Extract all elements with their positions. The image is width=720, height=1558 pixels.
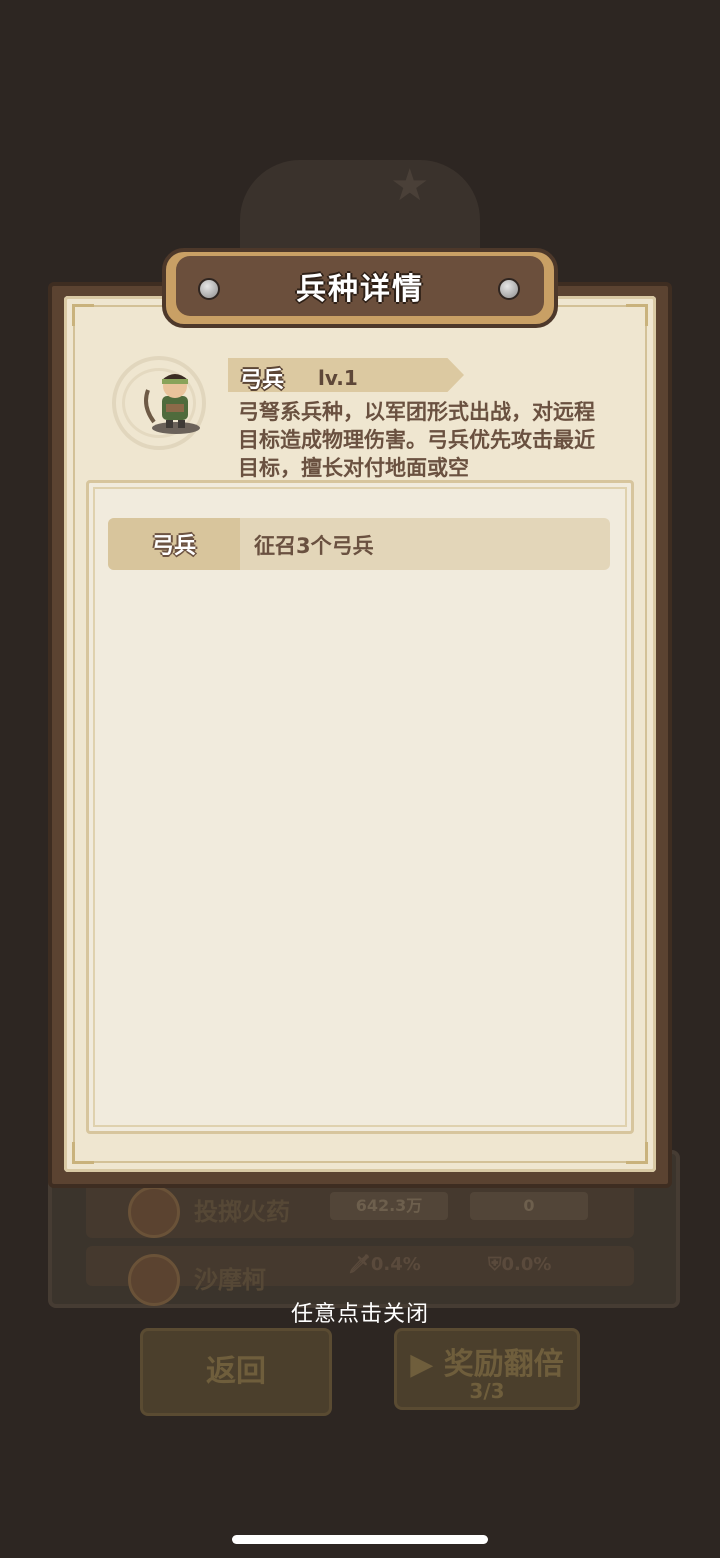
background-row-stat: 🗡0.4% <box>348 1254 421 1275</box>
background-row: 沙摩柯 🗡0.4% ⛨0.0% <box>86 1246 634 1306</box>
tap-to-close-hint[interactable]: 任意点击关闭 <box>0 1296 720 1328</box>
corner-ornament <box>626 1142 648 1164</box>
home-indicator[interactable] <box>232 1535 488 1544</box>
background-row-cell: 642.3万 <box>330 1192 448 1220</box>
corner-ornament <box>72 1142 94 1164</box>
info-row-label: 弓兵 <box>108 518 240 570</box>
archer-icon <box>144 374 200 434</box>
background-row-cell: 0 <box>470 1192 588 1220</box>
unit-description[interactable]: 弓弩系兵种，以军团形式出战，对远程目标造成物理伤害。弓兵优先攻击最近目标，擅长对… <box>238 398 598 482</box>
rivet-icon <box>498 278 520 300</box>
unit-level: lv.1 <box>318 366 358 390</box>
reward-double-button: ▶ 奖励翻倍 3/3 <box>394 1328 580 1410</box>
dialog-title: 兵种详情 <box>176 256 544 316</box>
reward-double-label: 奖励翻倍 <box>443 1347 564 1382</box>
background-row-stat: ⛨0.0% <box>488 1254 552 1275</box>
info-row-value: 征召3个弓兵 <box>254 534 374 558</box>
corner-ornament <box>72 304 94 326</box>
back-button: 返回 <box>140 1328 332 1416</box>
video-icon: ▶ <box>410 1347 434 1382</box>
background-star-icon: ★ <box>390 160 430 211</box>
reward-count: 3/3 <box>469 1379 505 1403</box>
corner-ornament <box>626 304 648 326</box>
background-row-name: 投掷火药 <box>194 1198 290 1226</box>
unit-name: 弓兵 <box>240 368 285 393</box>
background-row-name: 沙摩柯 <box>194 1266 266 1294</box>
background-row-icon <box>128 1186 180 1238</box>
rivet-icon <box>198 278 220 300</box>
detail-content-box[interactable] <box>86 480 634 1134</box>
